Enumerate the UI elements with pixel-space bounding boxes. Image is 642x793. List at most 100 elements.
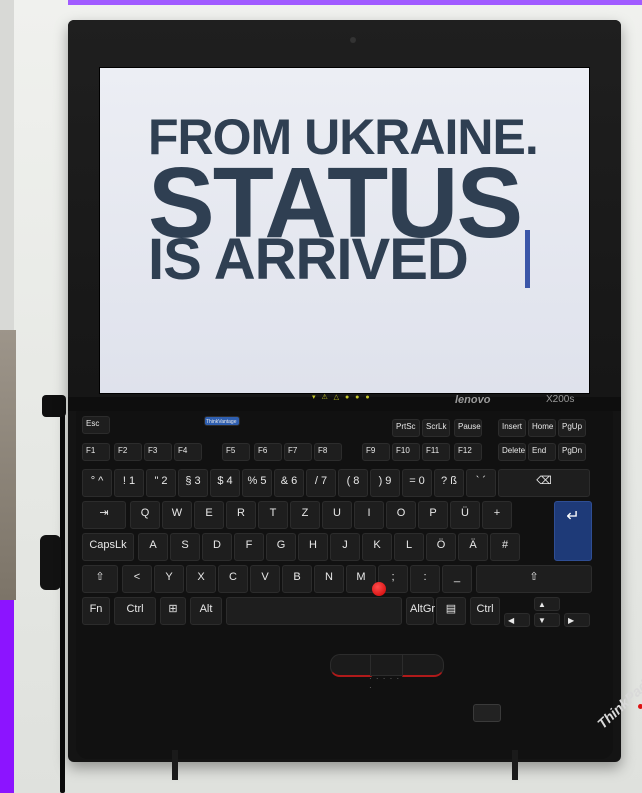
key-num-1[interactable]: ! 1 xyxy=(114,469,144,497)
key-end[interactable]: End xyxy=(528,443,556,461)
key-z-0[interactable]: < xyxy=(122,565,152,593)
arrow-up-key[interactable]: ▲ xyxy=(534,597,560,611)
enter-key[interactable]: ↵ xyxy=(554,501,592,561)
thinkvantage-button[interactable]: ThinkVantage xyxy=(204,416,240,426)
right-mouse-button[interactable] xyxy=(402,654,444,677)
scroll-dots: · · · · · · xyxy=(369,674,401,692)
key-num-8[interactable]: ( 8 xyxy=(338,469,368,497)
left-shift-key[interactable]: ⇧ xyxy=(82,565,118,593)
key-bottom-2[interactable]: ⊞ xyxy=(160,597,186,625)
key-f11[interactable]: F11 xyxy=(422,443,450,461)
space-bar[interactable] xyxy=(226,597,402,625)
key-num-4[interactable]: $ 4 xyxy=(210,469,240,497)
key-a[interactable]: A xyxy=(138,533,168,561)
key-bottom-0[interactable]: Fn xyxy=(82,597,110,625)
key-j[interactable]: J xyxy=(330,533,360,561)
key-num-3[interactable]: § 3 xyxy=(178,469,208,497)
key-num-9[interactable]: ) 9 xyxy=(370,469,400,497)
stand-right xyxy=(512,750,518,780)
key-home[interactable]: Home xyxy=(528,419,556,437)
laptop-screen: FROM UKRAINE. STATUS IS ARRIVED xyxy=(99,67,590,394)
key-s[interactable]: S xyxy=(170,533,200,561)
key-#[interactable]: # xyxy=(490,533,520,561)
key-bottom-6[interactable]: ▤ xyxy=(436,597,466,625)
tab-key[interactable]: ⇥ xyxy=(82,501,126,529)
key-q[interactable]: Q xyxy=(130,501,160,529)
key-f2[interactable]: F2 xyxy=(114,443,142,461)
key-k[interactable]: K xyxy=(362,533,392,561)
key-z-2[interactable]: X xyxy=(186,565,216,593)
cable-line xyxy=(60,396,65,793)
key-z-9[interactable]: : xyxy=(410,565,440,593)
key-l[interactable]: L xyxy=(394,533,424,561)
trackpoint[interactable] xyxy=(372,582,386,596)
key-t[interactable]: T xyxy=(258,501,288,529)
key-pgdn[interactable]: PgDn xyxy=(558,443,586,461)
key-num-7[interactable]: / 7 xyxy=(306,469,336,497)
key-num-2[interactable]: " 2 xyxy=(146,469,176,497)
key-pgup[interactable]: PgUp xyxy=(558,419,586,437)
key-bottom-5[interactable]: AltGr xyxy=(406,597,435,625)
key-f10[interactable]: F10 xyxy=(392,443,420,461)
key-f12[interactable]: F12 xyxy=(454,443,482,461)
key-f7[interactable]: F7 xyxy=(284,443,312,461)
key-bottom-1[interactable]: Ctrl xyxy=(114,597,156,625)
key-f5[interactable]: F5 xyxy=(222,443,250,461)
key-num-0[interactable]: ° ^ xyxy=(82,469,112,497)
model-label: X200s xyxy=(546,394,575,405)
fingerprint-reader[interactable] xyxy=(473,704,501,722)
key-z-6[interactable]: N xyxy=(314,565,344,593)
key-f8[interactable]: F8 xyxy=(314,443,342,461)
right-shift-key[interactable]: ⇧ xyxy=(476,565,592,593)
arrow-right-key[interactable]: ▶ xyxy=(564,613,590,627)
key-f1[interactable]: F1 xyxy=(82,443,110,461)
key-r[interactable]: R xyxy=(226,501,256,529)
key-bottom-7[interactable]: Ctrl xyxy=(470,597,500,625)
middle-mouse-button[interactable] xyxy=(370,654,404,676)
key-p[interactable]: P xyxy=(418,501,448,529)
key-z-10[interactable]: _ xyxy=(442,565,472,593)
key-i[interactable]: I xyxy=(354,501,384,529)
key-num-10[interactable]: = 0 xyxy=(402,469,432,497)
key-e[interactable]: E xyxy=(194,501,224,529)
arrow-down-key[interactable]: ▼ xyxy=(534,613,560,627)
key-d[interactable]: D xyxy=(202,533,232,561)
key-num-5[interactable]: % 5 xyxy=(242,469,272,497)
capslock-key[interactable]: CapsLk xyxy=(82,533,134,561)
key-ö[interactable]: Ö xyxy=(426,533,456,561)
key-bottom-3[interactable]: Alt xyxy=(190,597,222,625)
key-f4[interactable]: F4 xyxy=(174,443,202,461)
key-prtsc[interactable]: PrtSc xyxy=(392,419,420,437)
key-scrlk[interactable]: ScrLk xyxy=(422,419,450,437)
left-mouse-button[interactable] xyxy=(330,654,372,677)
key-esc[interactable]: Esc xyxy=(82,416,110,434)
key-z-3[interactable]: C xyxy=(218,565,248,593)
power-cable xyxy=(40,396,70,793)
key-num-11[interactable]: ? ß xyxy=(434,469,464,497)
key-w[interactable]: W xyxy=(162,501,192,529)
key-+[interactable]: + xyxy=(482,501,512,529)
key-f9[interactable]: F9 xyxy=(362,443,390,461)
ferrite-bead xyxy=(40,535,61,590)
key-pause[interactable]: Pause xyxy=(454,419,482,437)
arrow-left-key[interactable]: ◀ xyxy=(504,613,530,627)
key-g[interactable]: G xyxy=(266,533,296,561)
key-u[interactable]: U xyxy=(322,501,352,529)
key-z-4[interactable]: V xyxy=(250,565,280,593)
key-ü[interactable]: Ü xyxy=(450,501,480,529)
key-z-1[interactable]: Y xyxy=(154,565,184,593)
key-z-5[interactable]: B xyxy=(282,565,312,593)
key-f[interactable]: F xyxy=(234,533,264,561)
backspace-key[interactable]: ⌫ xyxy=(498,469,590,497)
key-num-6[interactable]: & 6 xyxy=(274,469,304,497)
key-f6[interactable]: F6 xyxy=(254,443,282,461)
key-z[interactable]: Z xyxy=(290,501,320,529)
key-f3[interactable]: F3 xyxy=(144,443,172,461)
key-delete[interactable]: Delete xyxy=(498,443,526,461)
key-num-12[interactable]: ` ´ xyxy=(466,469,496,497)
key-h[interactable]: H xyxy=(298,533,328,561)
webcam-icon xyxy=(350,37,356,43)
key-ä[interactable]: Ä xyxy=(458,533,488,561)
key-o[interactable]: O xyxy=(386,501,416,529)
key-insert[interactable]: Insert xyxy=(498,419,526,437)
